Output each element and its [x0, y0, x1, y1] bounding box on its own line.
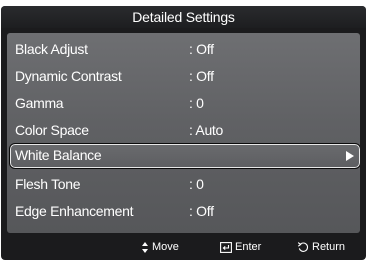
- menu-title: Detailed Settings: [1, 6, 366, 28]
- detailed-settings-panel: Detailed Settings Black Adjust : Off Dyn…: [1, 6, 366, 260]
- menu-item-value: : 0: [189, 176, 204, 192]
- right-triangle-icon: [346, 151, 354, 161]
- return-arrow-icon: [297, 241, 309, 253]
- menu-item-color-space[interactable]: Color Space : Auto: [7, 117, 360, 143]
- menu-item-label: White Balance: [15, 147, 102, 163]
- navigation-hints: Move Enter Return: [1, 234, 366, 260]
- menu-item-value: : Off: [189, 68, 214, 84]
- menu-item-label: Dynamic Contrast: [15, 68, 122, 84]
- menu-item-flesh-tone[interactable]: Flesh Tone : 0: [7, 171, 360, 197]
- return-hint: Return: [297, 234, 345, 260]
- return-hint-label: Return: [312, 241, 346, 253]
- menu-item-gamma[interactable]: Gamma : 0: [7, 90, 360, 116]
- move-hint-label: Move: [152, 241, 179, 253]
- menu-item-value: : 0: [189, 95, 204, 111]
- menu-item-label: Black Adjust: [15, 41, 88, 57]
- tv-osd-menu: Detailed Settings Black Adjust : Off Dyn…: [0, 0, 370, 269]
- up-down-arrows-icon: [142, 241, 149, 253]
- menu-item-black-adjust[interactable]: Black Adjust : Off: [7, 36, 360, 62]
- menu-item-value: : Off: [189, 41, 214, 57]
- menu-item-label: Color Space: [15, 122, 89, 138]
- enter-hint-label: Enter: [235, 241, 262, 253]
- menu-item-label: Gamma: [15, 95, 64, 111]
- menu-item-dynamic-contrast[interactable]: Dynamic Contrast : Off: [7, 63, 360, 89]
- move-hint: Move: [142, 234, 179, 260]
- menu-item-value: : Auto: [189, 122, 224, 138]
- menu-item-value: : Off: [189, 203, 214, 219]
- menu-item-edge-enhancement[interactable]: Edge Enhancement : Off: [7, 198, 360, 224]
- menu-item-label: Flesh Tone: [15, 176, 81, 192]
- menu-item-white-balance[interactable]: White Balance: [9, 143, 360, 169]
- settings-list: Black Adjust : Off Dynamic Contrast : Of…: [7, 33, 360, 233]
- menu-item-label: Edge Enhancement: [15, 203, 134, 219]
- enter-hint: Enter: [220, 234, 261, 260]
- enter-icon: [220, 241, 232, 253]
